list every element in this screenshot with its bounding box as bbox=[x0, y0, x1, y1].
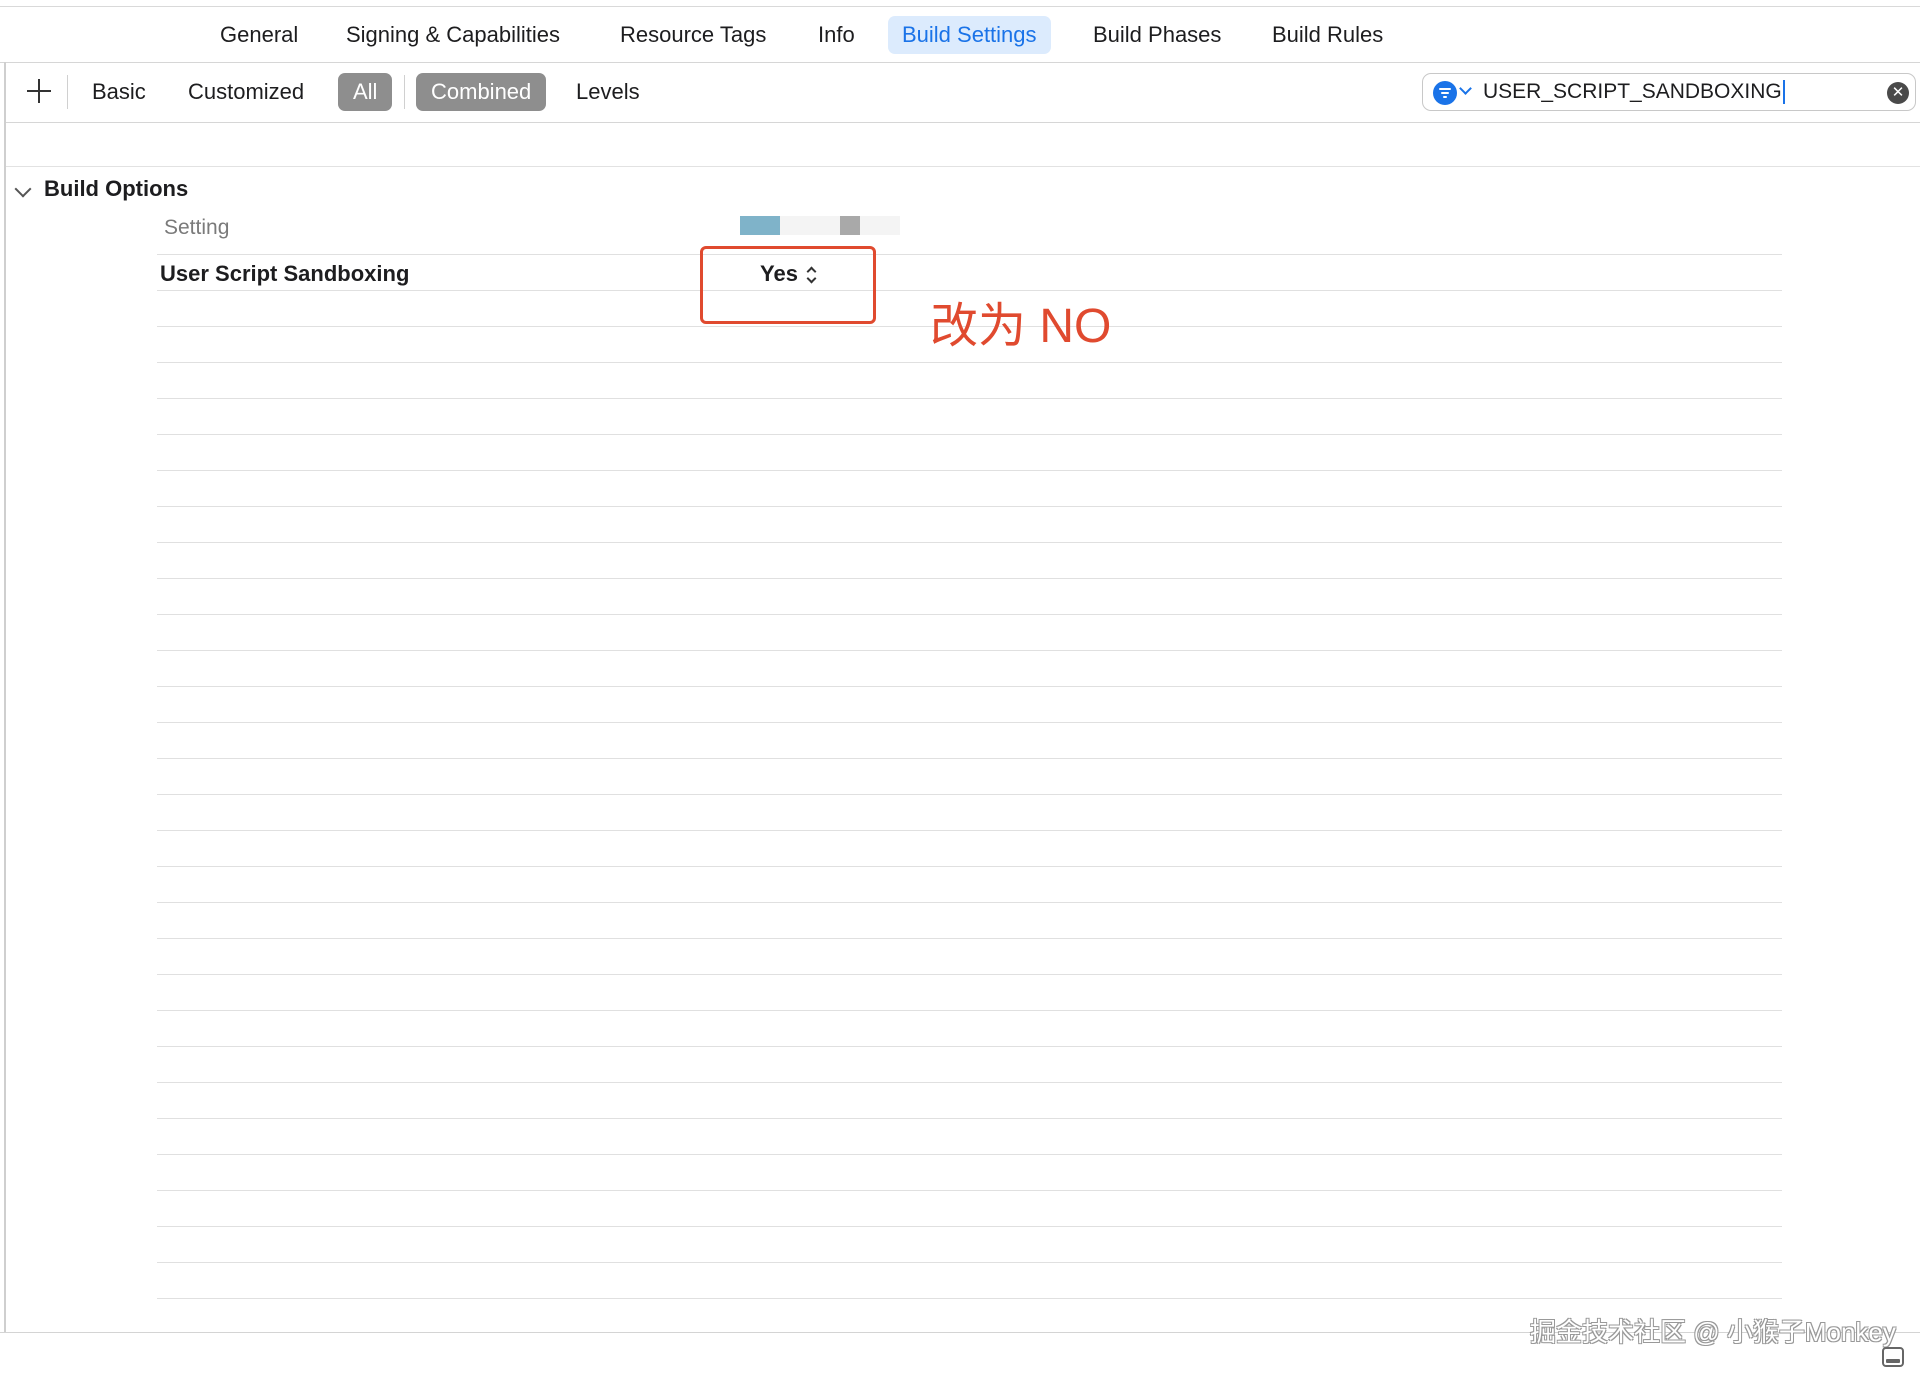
section-title: Build Options bbox=[44, 176, 189, 201]
annotation-text: 改为 NO bbox=[930, 300, 1112, 353]
search-input[interactable]: USER_SCRIPT_SANDBOXING bbox=[1483, 74, 1785, 110]
row-separator bbox=[157, 650, 1782, 651]
search-input-value: USER_SCRIPT_SANDBOXING bbox=[1483, 80, 1782, 103]
tab-signing-capabilities[interactable]: Signing & Capabilities bbox=[332, 16, 574, 54]
row-separator bbox=[157, 758, 1782, 759]
tab-build-phases[interactable]: Build Phases bbox=[1079, 16, 1235, 54]
column-header-setting: Setting bbox=[164, 216, 230, 239]
chevron-down-icon[interactable] bbox=[1459, 82, 1472, 95]
level-swatch bbox=[780, 216, 840, 235]
clear-icon[interactable]: ✕ bbox=[1887, 82, 1909, 104]
tab-build-settings[interactable]: Build Settings bbox=[888, 16, 1051, 54]
highlight-box bbox=[700, 246, 876, 324]
tab-info[interactable]: Info bbox=[804, 16, 869, 54]
row-separator bbox=[157, 1154, 1782, 1155]
row-separator bbox=[157, 578, 1782, 579]
row-separator bbox=[157, 434, 1782, 435]
level-swatch bbox=[840, 216, 860, 235]
row-separator bbox=[157, 830, 1782, 831]
row-separator bbox=[157, 1046, 1782, 1047]
tab-general[interactable]: General bbox=[206, 16, 312, 54]
all-filter-button[interactable]: All bbox=[338, 73, 393, 111]
panel-toggle-icon[interactable] bbox=[1882, 1347, 1904, 1367]
row-separator bbox=[157, 1010, 1782, 1011]
level-swatch bbox=[740, 216, 780, 235]
row-separator bbox=[157, 1298, 1782, 1299]
levels-view-button[interactable]: Levels bbox=[576, 73, 640, 111]
row-separator bbox=[157, 1190, 1782, 1191]
row-separator bbox=[157, 794, 1782, 795]
top-divider bbox=[0, 6, 1920, 7]
text-caret bbox=[1782, 80, 1785, 105]
filter-icon[interactable] bbox=[1433, 81, 1457, 105]
row-separator bbox=[157, 1226, 1782, 1227]
row-separator bbox=[157, 902, 1782, 903]
plus-icon[interactable] bbox=[24, 76, 54, 106]
toolbar-separator bbox=[67, 75, 68, 109]
row-separator bbox=[157, 938, 1782, 939]
watermark: 掘金技术社区 @ 小猴子Monkey bbox=[1530, 1317, 1896, 1347]
toolbar-separator bbox=[404, 75, 405, 109]
tab-build-rules[interactable]: Build Rules bbox=[1258, 16, 1397, 54]
left-border bbox=[4, 62, 6, 1332]
row-separator bbox=[157, 866, 1782, 867]
row-separator bbox=[157, 470, 1782, 471]
row-separator bbox=[157, 686, 1782, 687]
row-separator bbox=[157, 542, 1782, 543]
row-separator bbox=[157, 1082, 1782, 1083]
row-separator bbox=[157, 614, 1782, 615]
tab-resource-tags[interactable]: Resource Tags bbox=[606, 16, 780, 54]
setting-name[interactable]: User Script Sandboxing bbox=[160, 261, 409, 287]
disclosure-chevron-icon[interactable] bbox=[14, 180, 32, 198]
row-separator bbox=[157, 1262, 1782, 1263]
row-separator bbox=[157, 254, 1782, 255]
content-divider bbox=[6, 166, 1920, 167]
settings-table bbox=[157, 254, 1782, 1299]
editor-tab-bar: General Signing & Capabilities Resource … bbox=[0, 8, 1920, 63]
row-separator bbox=[157, 974, 1782, 975]
row-separator bbox=[157, 506, 1782, 507]
level-swatch bbox=[860, 216, 900, 235]
row-separator bbox=[157, 362, 1782, 363]
row-separator bbox=[157, 398, 1782, 399]
row-separator bbox=[157, 1118, 1782, 1119]
row-separator bbox=[157, 722, 1782, 723]
basic-filter-button[interactable]: Basic bbox=[92, 73, 146, 111]
combined-view-button[interactable]: Combined bbox=[416, 73, 547, 111]
customized-filter-button[interactable]: Customized bbox=[188, 73, 304, 111]
search-field[interactable]: USER_SCRIPT_SANDBOXING ✕ bbox=[1422, 73, 1916, 111]
